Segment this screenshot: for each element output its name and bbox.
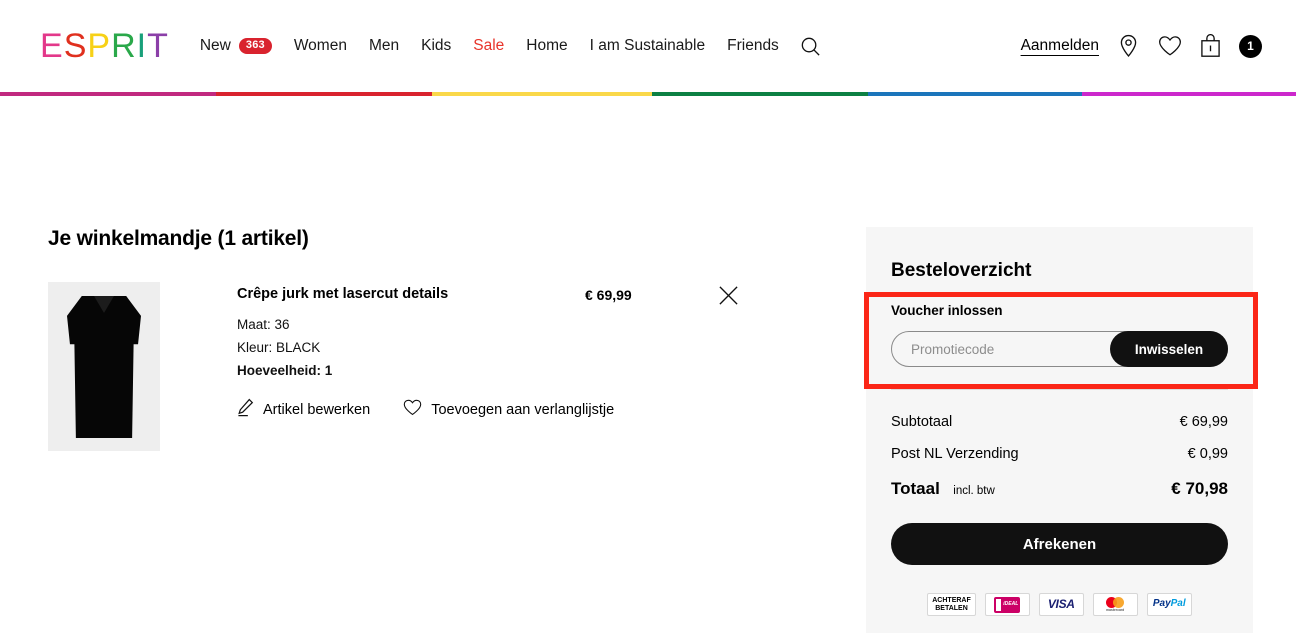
product-name[interactable]: Crêpe jurk met lasercut details	[237, 286, 614, 302]
achteraf-betalen-icon: ACHTERAF BETALEN	[927, 593, 976, 616]
total-value: € 70,98	[1171, 479, 1228, 498]
nav-item-label: New	[199, 37, 231, 54]
subtotal-row: Subtotaal € 69,99	[891, 414, 1228, 430]
nav-item-kids[interactable]: Kids	[421, 37, 451, 55]
subtotal-label: Subtotaal	[891, 414, 953, 430]
logo-letter-r-3: R	[111, 27, 137, 65]
logo-letter-e-0: E	[40, 27, 64, 65]
product-image	[67, 296, 141, 438]
logo-letter-i-4: I	[136, 27, 148, 65]
nav-item-women[interactable]: Women	[294, 37, 347, 55]
checkout-button[interactable]: Afrekenen	[891, 523, 1228, 565]
site-header: ESPRIT New 363 Women Men Kids Sale Home I am Su…	[0, 0, 1296, 92]
paypal-icon: PayPal	[1146, 593, 1192, 616]
summary-divider-1	[891, 389, 1228, 390]
signin-link[interactable]: Aanmelden	[1021, 37, 1099, 55]
main-content: Je winkelmandje (1 artikel) Crêpe jurk m…	[0, 96, 1296, 633]
nav-item-home[interactable]: Home	[526, 37, 567, 55]
logo-letter-t-5: T	[147, 27, 169, 65]
redeem-voucher-button[interactable]: Inwisselen	[1110, 331, 1228, 367]
esprit-logo[interactable]: ESPRIT	[40, 29, 169, 63]
product-thumbnail[interactable]	[48, 282, 160, 451]
edit-item-label: Artikel bewerken	[263, 401, 371, 418]
page-title: Je winkelmandje (1 artikel)	[48, 227, 309, 250]
product-size: Maat: 36	[237, 317, 290, 332]
logo-letter-s-1: S	[63, 27, 88, 65]
subtotal-value: € 69,99	[1179, 414, 1228, 430]
payment-methods: ACHTERAF BETALEN iDEAL VISA mastercard Pa…	[891, 593, 1228, 616]
shipping-label: Post NL Verzending	[891, 446, 1019, 462]
nav-item-friends[interactable]: Friends	[727, 37, 779, 55]
visa-icon: VISA	[1038, 593, 1084, 616]
product-price: € 69,99	[585, 287, 632, 303]
total-tax-note: incl. btw	[953, 485, 995, 497]
cart-item-count[interactable]: 1	[1239, 34, 1262, 58]
nav-item-sale[interactable]: Sale	[473, 37, 504, 55]
shipping-value: € 0,99	[1187, 446, 1228, 462]
header-actions: Aanmelden 1	[1021, 34, 1262, 59]
nav-item-men[interactable]: Men	[369, 37, 399, 55]
cart-line-item: Crêpe jurk met lasercut details Maat: 36…	[48, 282, 614, 451]
nav-new-count-badge: 363	[238, 37, 272, 55]
mastercard-icon: mastercard	[1092, 593, 1138, 616]
cart-item-details: Crêpe jurk met lasercut details Maat: 36…	[237, 282, 614, 451]
product-color: Kleur: BLACK	[237, 340, 321, 355]
heart-icon	[403, 399, 422, 420]
wishlist-heart-icon[interactable]	[1158, 35, 1182, 57]
product-quantity: Hoeveelheid: 1	[237, 363, 333, 378]
voucher-section: Voucher inlossen Inwisselen	[891, 303, 1228, 367]
voucher-input-row: Inwisselen	[891, 331, 1228, 367]
add-to-wishlist-button[interactable]: Toevoegen aan verlanglijstje	[403, 399, 614, 420]
total-row: Totaal incl. btw € 70,98	[891, 479, 1228, 499]
order-summary-panel: Besteloverzicht Voucher inlossen Inwisse…	[866, 227, 1253, 633]
pencil-icon	[237, 398, 254, 421]
total-label: Totaal	[891, 479, 940, 498]
ideal-icon: iDEAL	[984, 593, 1030, 616]
order-summary-title: Besteloverzicht	[891, 260, 1032, 281]
shipping-row: Post NL Verzending € 0,99	[891, 446, 1228, 462]
cart-item-actions: Artikel bewerken Toevoegen aan verlangli…	[237, 398, 614, 421]
add-to-wishlist-label: Toevoegen aan verlanglijstje	[431, 401, 615, 418]
shopping-bag-icon[interactable]	[1200, 34, 1221, 58]
nav-item-i-am-sustainable[interactable]: I am Sustainable	[590, 37, 705, 55]
nav-item-new[interactable]: New 363	[200, 37, 272, 55]
logo-letter-p-2: P	[87, 27, 112, 65]
voucher-label: Voucher inlossen	[891, 303, 1003, 318]
location-pin-icon[interactable]	[1117, 34, 1140, 59]
edit-item-button[interactable]: Artikel bewerken	[237, 398, 370, 421]
search-icon[interactable]	[799, 35, 822, 58]
remove-item-button[interactable]	[718, 285, 739, 311]
main-navigation: New 363 Women Men Kids Sale Home I am Sustainab…	[200, 37, 779, 55]
